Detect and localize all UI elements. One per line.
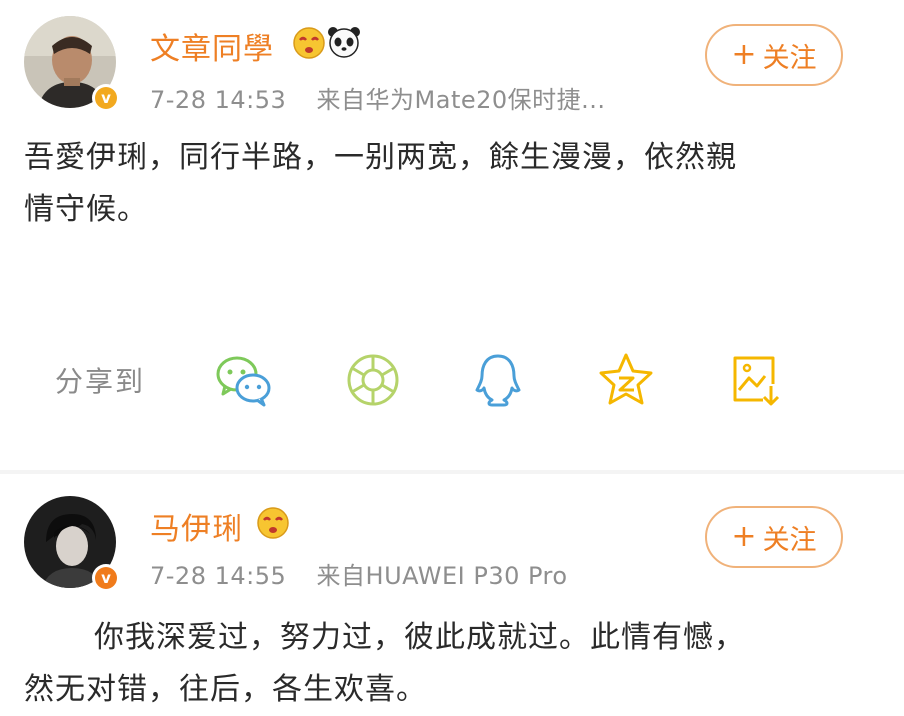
- qq-icon[interactable]: [468, 350, 528, 410]
- username[interactable]: 马伊琍: [150, 504, 243, 548]
- post-2: v 马伊琍 7-28 14:55 来自HUAWEI P30 Pro + 关注 你…: [0, 474, 904, 707]
- post-content-line: 你我深爱过，努力过，彼此成就过。此情有憾，: [94, 620, 745, 655]
- post-time: 7-28 14:53: [150, 86, 287, 114]
- post-meta: 7-28 14:53 来自华为Mate20保时捷...: [150, 80, 606, 115]
- kiss-emoji-icon: [256, 506, 290, 544]
- plus-icon: +: [731, 519, 757, 554]
- share-label: 分享到: [55, 365, 146, 398]
- wechat-icon[interactable]: [213, 350, 273, 410]
- post-content: 你我深爱过，努力过，彼此成就过。此情有憾， 然无对错，往后，各生欢喜。: [24, 612, 745, 716]
- post-meta: 7-28 14:55 来自HUAWEI P30 Pro: [150, 556, 568, 591]
- follow-button[interactable]: + 关注: [705, 24, 843, 86]
- verified-badge: v: [92, 84, 120, 112]
- username[interactable]: 文章同學: [150, 24, 274, 68]
- post-content-line: 吾愛伊琍，同行半路，一别两宽，餘生漫漫，依然親: [24, 140, 737, 175]
- post-source[interactable]: 来自华为Mate20保时捷...: [317, 86, 606, 114]
- panda-emoji-icon: [326, 24, 362, 64]
- moments-icon[interactable]: [343, 350, 403, 410]
- follow-label: 关注: [762, 524, 817, 556]
- post-time: 7-28 14:55: [150, 562, 287, 590]
- post-source[interactable]: 来自HUAWEI P30 Pro: [317, 562, 568, 590]
- save-image-icon[interactable]: [725, 350, 785, 410]
- kiss-emoji-icon: [292, 26, 326, 64]
- follow-button[interactable]: + 关注: [705, 506, 843, 568]
- post-1: v 文章同學 7-28 14:53 来自华为Mate20保时捷... + 关注 …: [0, 0, 904, 470]
- verified-badge: v: [92, 564, 120, 592]
- post-content-line: 然无对错，往后，各生欢喜。: [24, 672, 427, 707]
- qzone-icon[interactable]: [596, 350, 656, 410]
- plus-icon: +: [731, 37, 757, 72]
- follow-label: 关注: [762, 42, 817, 74]
- post-content-line: 情守候。: [24, 192, 148, 227]
- post-content: 吾愛伊琍，同行半路，一别两宽，餘生漫漫，依然親 情守候。: [24, 132, 737, 236]
